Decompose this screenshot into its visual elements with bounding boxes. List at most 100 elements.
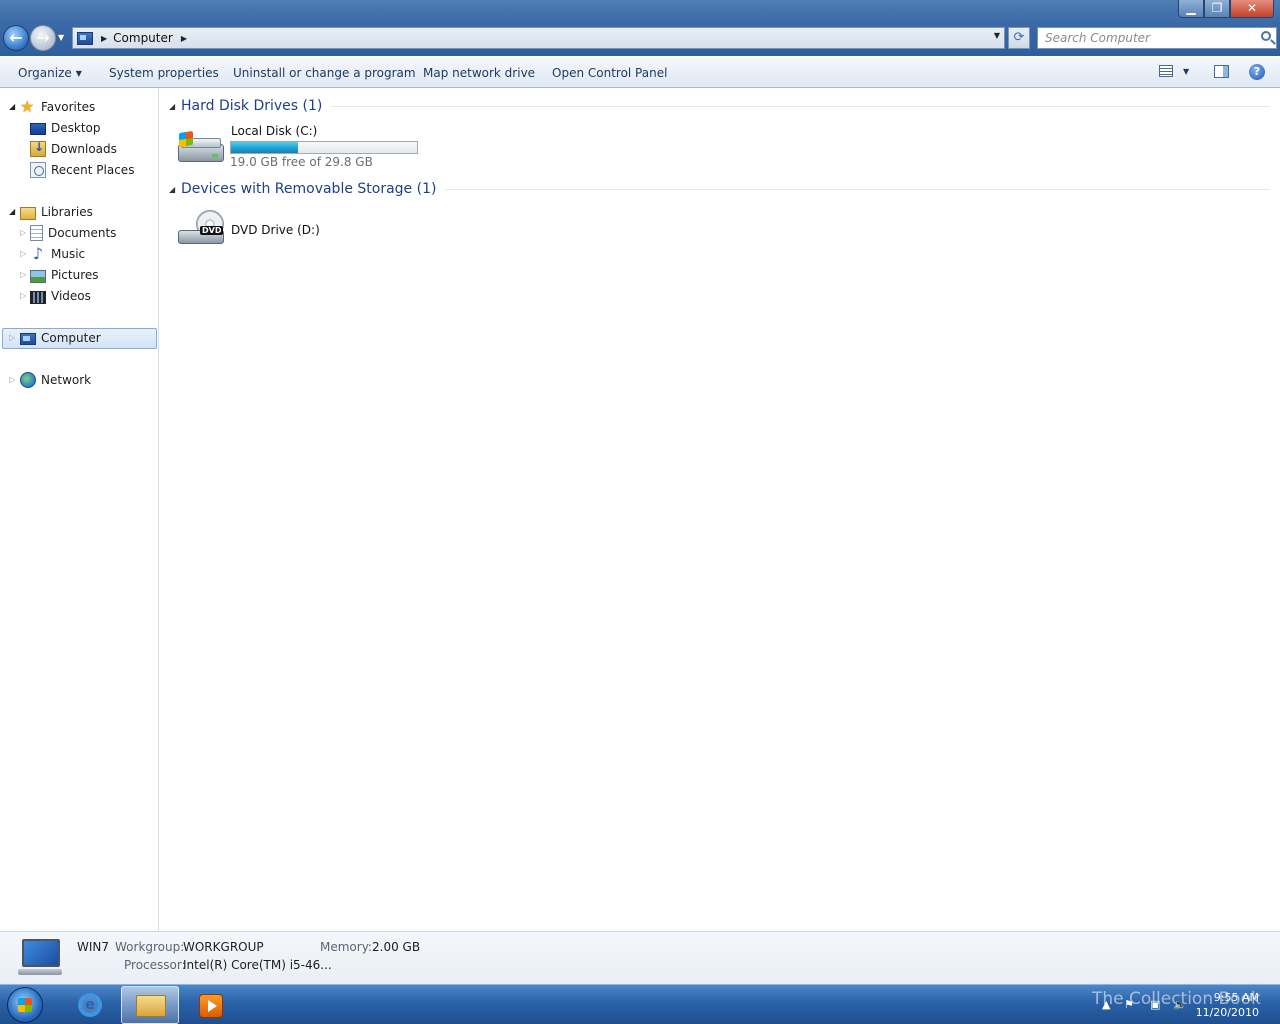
drive-usage-fill	[231, 142, 298, 153]
nav-item-label: Recent Places	[51, 163, 135, 177]
clock-date: 11/20/2010	[1195, 1006, 1259, 1019]
expand-arrow-icon[interactable]: ▷	[20, 291, 26, 300]
nav-computer[interactable]: Computer	[20, 328, 101, 348]
memory-label: Memory:	[320, 940, 372, 954]
clock[interactable]: 9:55 AM 11/20/2010	[1196, 990, 1259, 1020]
nav-item-recent-places[interactable]: Recent Places	[30, 160, 134, 180]
expand-arrow-icon[interactable]: ▷	[9, 375, 15, 384]
windows-explorer-icon	[136, 995, 166, 1017]
collapse-arrow-icon[interactable]: ◢	[169, 102, 181, 111]
action-center-flag-icon[interactable]: ⚑	[1124, 998, 1134, 1011]
nav-item-downloads[interactable]: Downloads	[30, 139, 117, 159]
drive-item-dvd[interactable]: DVD DVD Drive (D:)	[178, 208, 378, 256]
search-box[interactable]	[1037, 27, 1277, 49]
group-title: Hard Disk Drives (1)	[181, 98, 323, 114]
drive-name: Local Disk (C:)	[231, 124, 318, 138]
star-icon: ★	[20, 97, 35, 116]
workgroup-label: Workgroup:	[115, 940, 185, 954]
help-icon[interactable]: ?	[1249, 64, 1265, 80]
nav-item-label: Music	[51, 247, 86, 261]
workgroup-value: WORKGROUP	[183, 940, 264, 954]
content-pane: ◢ Hard Disk Drives (1) Local Disk (C:) 1…	[160, 88, 1280, 931]
nav-network-label: Network	[41, 373, 92, 387]
breadcrumb-chevron-icon[interactable]: ▶	[101, 34, 107, 43]
nav-item-desktop[interactable]: Desktop	[30, 118, 101, 138]
pictures-icon	[30, 269, 46, 283]
breadcrumb-computer[interactable]: Computer	[113, 31, 173, 45]
music-icon: ♪	[32, 244, 44, 263]
drive-item-local-disk[interactable]: Local Disk (C:) 19.0 GB free of 29.8 GB	[178, 124, 423, 170]
refresh-button[interactable]: ⟳	[1008, 27, 1030, 49]
expand-arrow-icon[interactable]: ◢	[9, 102, 15, 111]
organize-label: Organize	[18, 66, 72, 80]
nav-favorites[interactable]: ★ Favorites	[20, 97, 95, 117]
collapse-arrow-icon[interactable]: ◢	[169, 185, 181, 194]
dvd-drive-icon: DVD	[178, 210, 224, 244]
nav-network[interactable]: Network	[20, 370, 91, 390]
group-header-removable-storage[interactable]: ◢ Devices with Removable Storage (1)	[169, 181, 1270, 197]
drive-free-space: 19.0 GB free of 29.8 GB	[230, 155, 373, 169]
network-icon	[20, 372, 36, 388]
address-bar[interactable]: ▶ Computer ▶ ▼	[72, 27, 1005, 49]
group-header-hard-disk-drives[interactable]: ◢ Hard Disk Drives (1)	[169, 98, 1270, 114]
nav-item-pictures[interactable]: Pictures	[30, 265, 99, 285]
libraries-icon	[20, 206, 36, 220]
nav-computer-label: Computer	[41, 331, 101, 345]
media-player-icon	[199, 994, 223, 1018]
nav-item-label: Videos	[51, 289, 91, 303]
expand-arrow-icon[interactable]: ▷	[9, 333, 15, 342]
nav-item-label: Downloads	[51, 142, 117, 156]
window-title-bar: ▁ ❐ ✕ ← → ▼ ▶ Computer ▶ ▼ ⟳	[0, 0, 1280, 56]
maximize-button[interactable]: ❐	[1204, 0, 1230, 18]
computer-icon	[20, 332, 36, 345]
volume-icon[interactable]: 🔈	[1173, 998, 1187, 1011]
clock-time: 9:55 AM	[1213, 991, 1259, 1004]
back-button[interactable]: ←	[3, 25, 29, 51]
minimize-button[interactable]: ▁	[1178, 0, 1204, 18]
hard-disk-icon	[178, 131, 224, 166]
show-hidden-icons-icon[interactable]: ▲	[1102, 998, 1110, 1011]
nav-item-label: Documents	[48, 226, 117, 240]
computer-icon	[18, 939, 62, 977]
views-icon[interactable]	[1159, 65, 1173, 77]
nav-item-label: Desktop	[51, 121, 101, 135]
close-button[interactable]: ✕	[1230, 0, 1274, 18]
navigation-pane: ◢ ★ Favorites Desktop Downloads Recent P…	[0, 88, 159, 931]
expand-arrow-icon[interactable]: ▷	[20, 249, 26, 258]
uninstall-program-button[interactable]: Uninstall or change a program	[233, 66, 416, 80]
computer-name: WIN7	[77, 940, 110, 954]
drive-name: DVD Drive (D:)	[231, 223, 320, 237]
system-properties-button[interactable]: System properties	[109, 66, 219, 80]
expand-arrow-icon[interactable]: ▷	[20, 270, 26, 279]
nav-item-videos[interactable]: Videos	[30, 286, 91, 306]
address-dropdown-icon[interactable]: ▼	[994, 31, 1000, 40]
organize-button[interactable]: Organize ▼	[18, 66, 82, 80]
taskbar-windows-explorer[interactable]	[121, 986, 179, 1024]
search-input[interactable]	[1045, 28, 1245, 48]
expand-arrow-icon[interactable]: ◢	[9, 207, 15, 216]
downloads-icon	[30, 140, 46, 157]
recent-pages-dropdown[interactable]: ▼	[58, 33, 64, 42]
expand-arrow-icon[interactable]: ▷	[20, 228, 26, 237]
network-status-icon[interactable]: ▣	[1150, 998, 1160, 1011]
memory-value: 2.00 GB	[372, 940, 421, 954]
start-button[interactable]	[7, 987, 43, 1023]
taskbar: e The Collection Book ▲ ⚑ ▣ 🔈 9:55 AM 11…	[0, 984, 1280, 1024]
search-icon[interactable]	[1261, 31, 1271, 41]
nav-item-music[interactable]: ♪ Music	[30, 244, 85, 264]
preview-pane-icon[interactable]	[1214, 65, 1229, 78]
nav-libraries[interactable]: Libraries	[20, 202, 93, 222]
processor-value: Intel(R) Core(TM) i5-46...	[183, 958, 332, 972]
chevron-down-icon[interactable]: ▼	[1183, 67, 1189, 76]
forward-button[interactable]: →	[30, 25, 56, 51]
nav-item-documents[interactable]: Documents	[30, 223, 116, 243]
breadcrumb-chevron-icon[interactable]: ▶	[181, 34, 187, 43]
taskbar-media-player[interactable]	[182, 986, 240, 1024]
taskbar-internet-explorer[interactable]: e	[60, 986, 118, 1024]
map-network-drive-button[interactable]: Map network drive	[423, 66, 535, 80]
internet-explorer-icon: e	[78, 993, 102, 1017]
open-control-panel-button[interactable]: Open Control Panel	[552, 66, 667, 80]
processor-label: Processor:	[124, 958, 186, 972]
chevron-down-icon: ▼	[75, 69, 82, 78]
divider	[445, 188, 1270, 190]
